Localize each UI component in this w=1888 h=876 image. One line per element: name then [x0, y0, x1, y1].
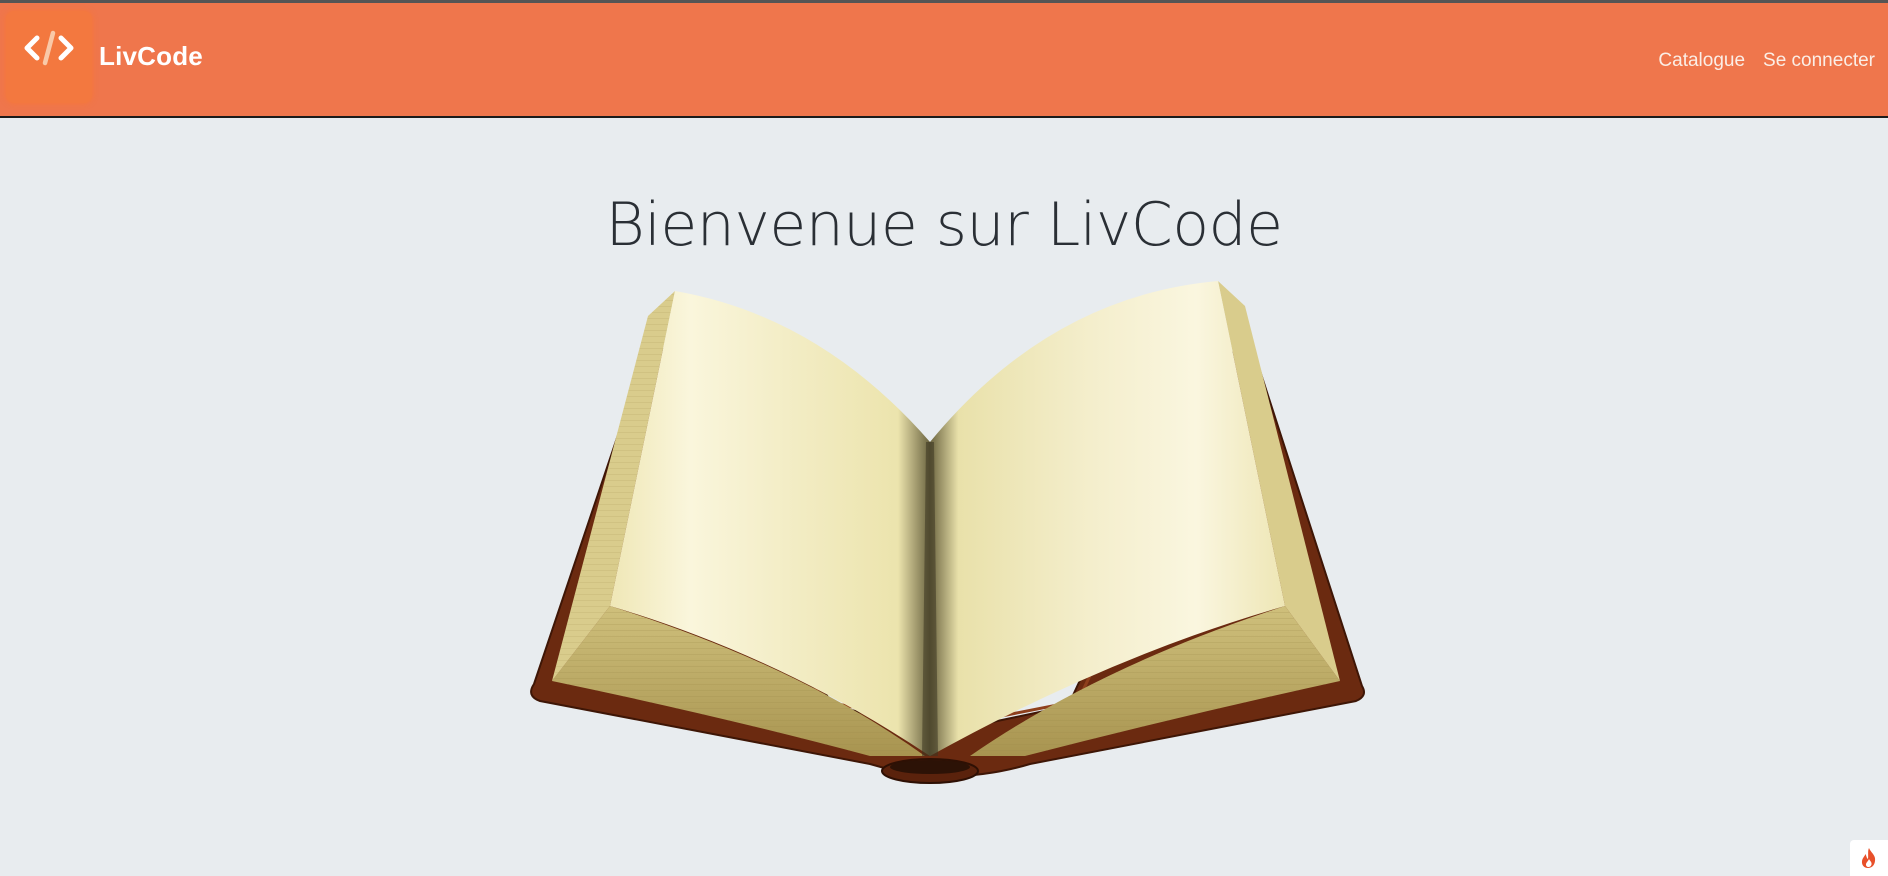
nav-link-catalogue[interactable]: Catalogue — [1649, 50, 1754, 72]
page-title: Bienvenue sur LivCode — [605, 190, 1283, 260]
code-icon — [24, 30, 74, 66]
navbar: LivCode Catalogue Se connecter — [0, 3, 1888, 118]
logo[interactable] — [6, 11, 92, 103]
open-book-illustration — [530, 281, 1365, 784]
corner-badge[interactable] — [1850, 840, 1888, 876]
brand-link[interactable]: LivCode — [99, 41, 203, 72]
flame-icon — [1861, 848, 1876, 868]
nav-link-login[interactable]: Se connecter — [1754, 50, 1884, 72]
nav-links: Catalogue Se connecter — [1649, 50, 1884, 72]
